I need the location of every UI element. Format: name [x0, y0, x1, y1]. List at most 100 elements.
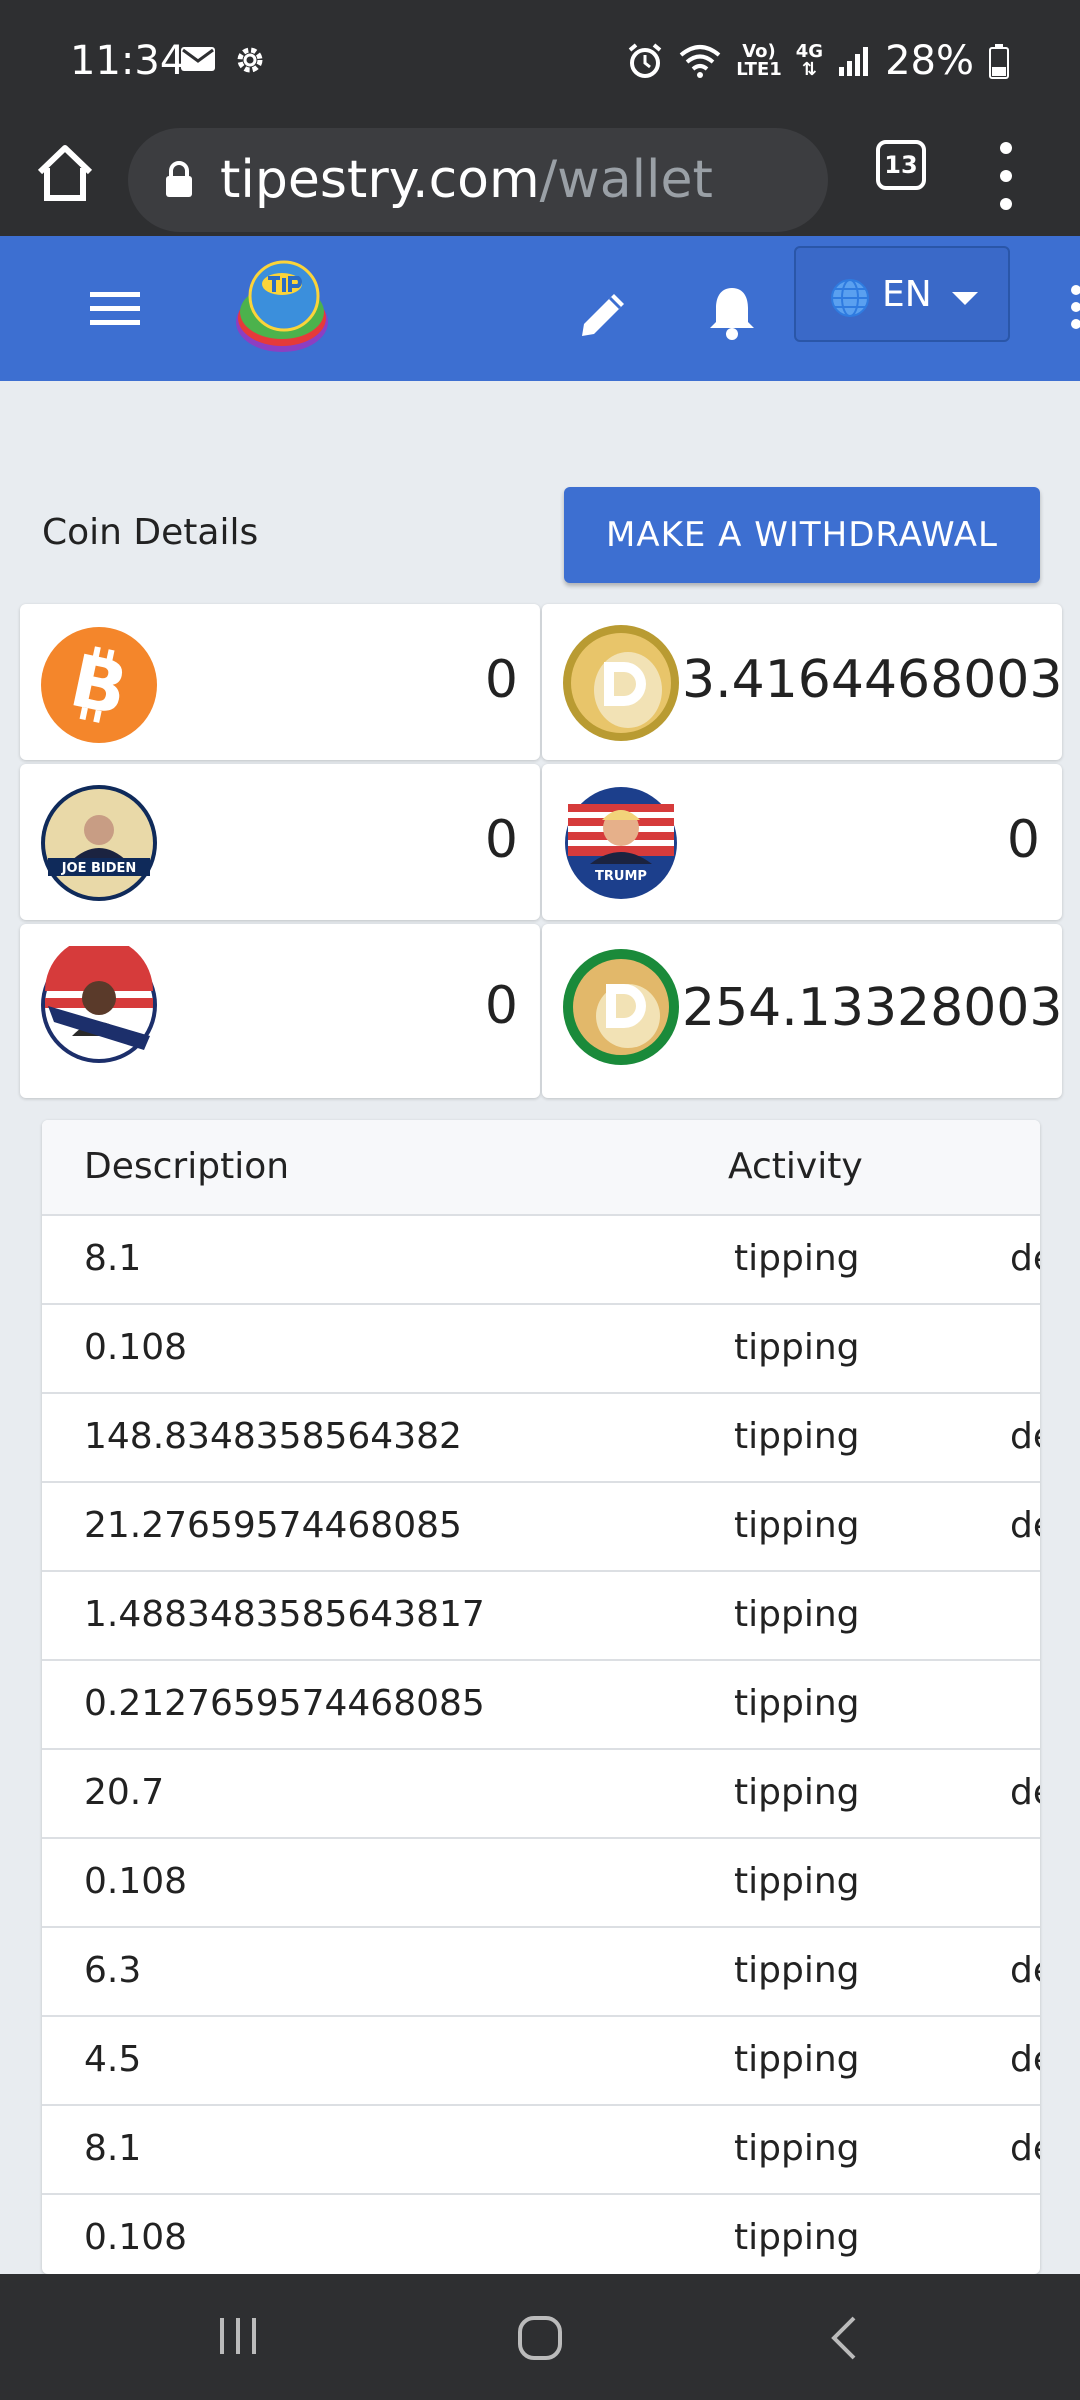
coin-balance: 3.416446800359	[682, 650, 1062, 710]
bitcoin-icon: B	[41, 627, 157, 743]
table-row[interactable]: 8.1 tipping de	[42, 1216, 1040, 1305]
column-header-description[interactable]: Description	[84, 1146, 289, 1187]
notification-bell-icon[interactable]	[704, 282, 760, 342]
home-icon[interactable]	[30, 138, 100, 208]
table-row[interactable]: 0.2127659574468085 tipping	[42, 1661, 1040, 1750]
battery-icon	[989, 44, 1009, 79]
coin-details-title: Coin Details	[42, 512, 259, 553]
cell-activity: tipping	[734, 2217, 860, 2258]
coin-balance: 0	[1006, 810, 1040, 870]
status-left-icons	[180, 44, 266, 76]
coin-card-joe-biden[interactable]: JOE BIDEN 0	[20, 764, 540, 920]
language-code: EN	[882, 274, 932, 315]
wifi-icon	[679, 45, 721, 78]
url-path: /wallet	[539, 150, 713, 210]
table-row[interactable]: 0.108 tipping	[42, 1305, 1040, 1394]
coin-card-trump-2020[interactable]: TRUMP 0	[542, 764, 1062, 920]
url-host: tipestry.com	[220, 150, 540, 210]
cell-activity: tipping	[734, 1683, 860, 1724]
app-header: EN	[0, 236, 1080, 381]
data-arrows-icon: ⇅	[801, 59, 817, 80]
cell-activity: tipping	[734, 2128, 860, 2169]
status-time: 11:34	[70, 38, 186, 84]
table-row[interactable]: 21.27659574468085 tipping de	[42, 1483, 1040, 1572]
table-row[interactable]: 0.108 tipping	[42, 2195, 1040, 2274]
edit-icon[interactable]	[576, 286, 632, 342]
table-header-row: Description Activity	[42, 1120, 1040, 1216]
coin-card-dogecoin[interactable]: 3.416446800359	[542, 604, 1062, 760]
battery-percent: 28%	[885, 38, 974, 84]
volte-bottom-label: LTE1	[736, 59, 782, 80]
lock-icon	[166, 161, 192, 197]
volte-indicator: Vo) LTE1	[736, 43, 782, 79]
tab-switcher-button[interactable]: 13	[876, 140, 926, 190]
cell-activity: tipping	[734, 1238, 860, 1279]
cell-description: 148.8348358564382	[84, 1416, 462, 1457]
recent-apps-icon[interactable]	[216, 2314, 260, 2358]
coin-balance: 254.1332800359	[682, 978, 1062, 1038]
cell-description: 1.4883483585643817	[84, 1594, 485, 1635]
cell-activity: tipping	[734, 1416, 860, 1457]
signal-icon	[839, 47, 869, 76]
coin-balance: 0	[484, 810, 518, 870]
cell-activity: tipping	[734, 1505, 860, 1546]
cell-description: 20.7	[84, 1772, 165, 1813]
alarm-icon	[628, 43, 662, 78]
cell-extra: de	[1010, 1238, 1040, 1279]
column-header-activity[interactable]: Activity	[728, 1146, 863, 1187]
cell-description: 0.108	[84, 1861, 188, 1902]
table-row[interactable]: 8.1 tipping de	[42, 2106, 1040, 2195]
table-row[interactable]: 148.8348358564382 tipping de	[42, 1394, 1040, 1483]
cell-description: 4.5	[84, 2039, 142, 2080]
cell-extra: de	[1010, 2039, 1040, 2080]
yeezy-president-coin-icon	[41, 946, 157, 1063]
mail-icon	[181, 47, 215, 71]
cell-activity: tipping	[734, 1594, 860, 1635]
cell-activity: tipping	[734, 1950, 860, 1991]
network-type-indicator: 4G ⇅	[796, 43, 823, 79]
cell-description: 6.3	[84, 1950, 142, 1991]
tipestry-logo[interactable]	[232, 256, 334, 358]
coin-card-yeezy-president[interactable]: 0	[20, 924, 540, 1098]
browser-toolbar: tipestry.com/wallet 13	[0, 118, 1080, 236]
system-navigation-bar	[0, 2274, 1080, 2400]
coin-card-bitcoin[interactable]: B 0	[20, 604, 540, 760]
address-bar[interactable]: tipestry.com/wallet	[128, 128, 828, 232]
dogecoin-icon	[563, 625, 679, 741]
make-withdrawal-button[interactable]: MAKE A WITHDRAWAL	[564, 487, 1040, 583]
settings-icon	[237, 47, 263, 73]
back-icon[interactable]	[826, 2314, 860, 2362]
language-selector[interactable]: EN	[794, 246, 1010, 342]
joe-biden-coin-icon: JOE BIDEN	[41, 785, 157, 901]
cell-description: 21.27659574468085	[84, 1505, 462, 1546]
home-nav-icon[interactable]	[516, 2314, 564, 2362]
cell-activity: tipping	[734, 2039, 860, 2080]
app-menu-icon[interactable]	[1066, 282, 1080, 332]
globe-icon	[831, 279, 869, 317]
table-row[interactable]: 6.3 tipping de	[42, 1928, 1040, 2017]
table-row[interactable]: 1.4883483585643817 tipping	[42, 1572, 1040, 1661]
table-row[interactable]: 20.7 tipping de	[42, 1750, 1040, 1839]
cell-description: 0.108	[84, 2217, 188, 2258]
url-text: tipestry.com/wallet	[220, 146, 713, 214]
cell-activity: tipping	[734, 1861, 860, 1902]
cell-activity: tipping	[734, 1327, 860, 1368]
table-row[interactable]: 4.5 tipping de	[42, 2017, 1040, 2106]
browser-menu-icon[interactable]	[996, 136, 1016, 216]
cell-activity: tipping	[734, 1772, 860, 1813]
coin-card-tipestry-doge[interactable]: 254.1332800359	[542, 924, 1062, 1098]
cell-description: 8.1	[84, 2128, 142, 2169]
cell-extra: de	[1010, 2128, 1040, 2169]
svg-text:TRUMP: TRUMP	[595, 869, 647, 884]
svg-text:JOE BIDEN: JOE BIDEN	[61, 861, 137, 876]
coin-balance: 0	[484, 650, 518, 710]
trump-2020-coin-icon: TRUMP	[565, 787, 677, 899]
chevron-down-icon	[952, 292, 978, 305]
tipestry-doge-coin-icon	[563, 949, 679, 1065]
table-row[interactable]: 0.108 tipping	[42, 1839, 1040, 1928]
status-right-icons: Vo) LTE1 4G ⇅ 28%	[626, 38, 1010, 84]
cell-extra: de	[1010, 1772, 1040, 1813]
coin-balance: 0	[484, 976, 518, 1036]
transactions-table: Description Activity 8.1 tipping de 0.108 ti…	[42, 1120, 1040, 2274]
hamburger-menu-icon[interactable]	[90, 288, 140, 328]
